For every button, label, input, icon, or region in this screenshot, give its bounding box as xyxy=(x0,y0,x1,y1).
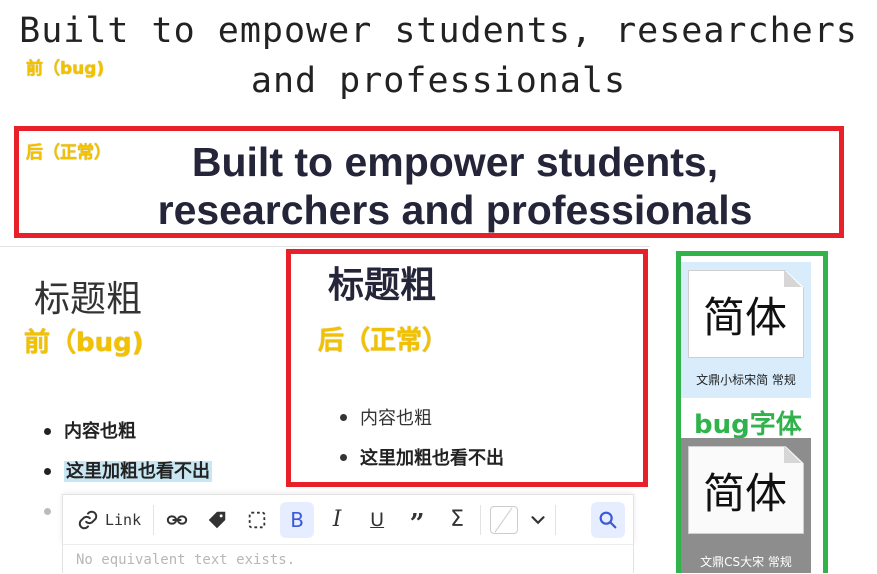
format-toolbar: Link B I U ” Σ xyxy=(62,494,634,544)
font-name: 文鼎小标宋简 常规 xyxy=(696,373,796,387)
search-button[interactable] xyxy=(591,501,625,538)
chain-button[interactable] xyxy=(160,502,194,538)
font-name: 文鼎CS大宋 常规 xyxy=(700,555,792,569)
font-preview: 简体 xyxy=(702,293,787,342)
chain-icon xyxy=(166,514,188,525)
list-item[interactable]: 内容也粗 xyxy=(334,398,504,438)
list-item[interactable]: 内容也粗 xyxy=(38,412,212,452)
dashed-square-icon xyxy=(248,511,266,528)
quote-button[interactable]: ” xyxy=(400,502,434,538)
bug-font-label: bug字体 xyxy=(694,410,802,440)
dashed-square-button[interactable] xyxy=(240,502,274,538)
tag-icon xyxy=(208,511,226,528)
color-dropdown[interactable] xyxy=(527,502,549,538)
heading-after: Built to empower students, researchers a… xyxy=(60,138,850,234)
list-after: 内容也粗 这里加粗也看不出 xyxy=(334,398,504,478)
heading-before: Built to empower students, researchers a… xyxy=(0,6,877,106)
chevron-down-icon xyxy=(531,515,545,524)
sigma-icon: Σ xyxy=(450,507,465,532)
tag-before-editor: 前（bug) xyxy=(24,328,144,358)
font-preview: 简体 xyxy=(702,469,787,518)
heading-after-line1: Built to empower students, xyxy=(191,139,719,185)
quote-icon: ” xyxy=(409,508,425,539)
editor-title-before[interactable]: 标题粗 xyxy=(34,270,142,322)
tag-before-top: 前（bug) xyxy=(26,59,105,79)
color-button[interactable] xyxy=(487,502,521,538)
link-icon xyxy=(78,510,98,529)
bold-button[interactable]: B xyxy=(280,501,315,538)
list-item[interactable]: 这里加粗也看不出 xyxy=(334,438,504,478)
toolbar-divider xyxy=(555,504,557,535)
list-item[interactable]: 这里加粗也看不出 xyxy=(38,452,212,492)
tag-after-editor: 后（正常） xyxy=(318,326,449,356)
editor-title-after[interactable]: 标题粗 xyxy=(328,256,436,308)
sigma-button[interactable]: Σ xyxy=(440,502,474,538)
toolbar-divider xyxy=(153,504,155,535)
font-card[interactable]: 简体 文鼎CS大宋 常规 xyxy=(681,438,811,573)
tag-button[interactable] xyxy=(200,502,234,538)
editor-placeholder: No equivalent text exists. xyxy=(76,552,296,568)
search-icon xyxy=(599,511,617,528)
bold-icon: B xyxy=(290,507,304,532)
toolbar-divider xyxy=(480,504,482,535)
heading-after-line2: researchers and professionals xyxy=(157,187,753,233)
selected-text[interactable]: 这里加粗也看不出 xyxy=(64,461,212,482)
italic-icon: I xyxy=(332,507,342,532)
link-label: Link xyxy=(105,510,142,529)
heading-before-line2: and professionals xyxy=(250,61,627,101)
underline-icon: U xyxy=(370,508,385,531)
color-icon xyxy=(490,505,519,534)
italic-button[interactable]: I xyxy=(320,502,354,538)
heading-before-line1: Built to empower students, researchers xyxy=(19,11,858,51)
font-card[interactable]: 简体 文鼎小标宋简 常规 xyxy=(681,262,811,398)
link-button[interactable]: Link xyxy=(71,502,147,538)
underline-button[interactable]: U xyxy=(360,502,394,538)
